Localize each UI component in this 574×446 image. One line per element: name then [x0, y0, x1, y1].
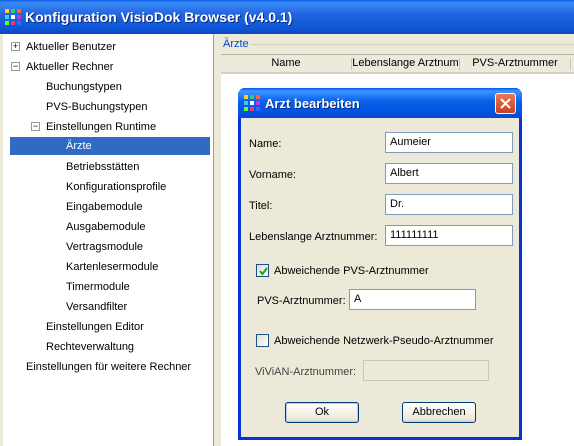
column-header-name[interactable]: Name — [221, 55, 351, 72]
tree-item-buchungstypen[interactable]: Buchungstypen — [46, 78, 122, 96]
vorname-field[interactable]: Albert — [385, 163, 513, 184]
tree-item-label: Kartenlesermodule — [66, 261, 159, 273]
vorname-label: Vorname: — [249, 169, 297, 181]
tree-item-label: Konfigurationsprofile — [66, 181, 167, 193]
titel-label: Titel: — [249, 200, 273, 212]
tree-item-konfigurationsprofile[interactable]: Konfigurationsprofile — [66, 178, 166, 196]
tree-item-pvs-buchungstypen[interactable]: PVS-Buchungstypen — [46, 98, 148, 116]
panel-divider — [251, 44, 574, 45]
tree-item-label: Buchungstypen — [46, 81, 122, 93]
collapse-icon[interactable]: − — [31, 122, 40, 131]
tree-item-versandfilter[interactable]: Versandfilter — [66, 298, 127, 316]
window-titlebar[interactable]: Konfiguration VisioDok Browser (v4.0.1) — [0, 0, 574, 34]
tree-item-label: Aktueller Benutzer — [26, 41, 116, 53]
column-divider[interactable] — [570, 58, 571, 70]
tree-item-ausgabemodule[interactable]: Ausgabemodule — [66, 218, 146, 236]
tree-item-rechteverwaltung[interactable]: Rechteverwaltung — [46, 338, 134, 356]
tree-item-label: Einstellungen Runtime — [46, 121, 157, 133]
netz-checkbox[interactable] — [256, 334, 269, 347]
tree-item-kartenlesermodule[interactable]: Kartenlesermodule — [66, 258, 158, 276]
tree-item-label: Einstellungen Editor — [46, 321, 144, 333]
lanr-field[interactable]: 111111111 — [385, 225, 513, 246]
vivian-label: ViViAN-Arztnummer: — [255, 366, 357, 378]
dialog-body: Name: Aumeier Vorname: Albert Titel: Dr.… — [241, 118, 519, 437]
name-label: Name: — [249, 138, 282, 150]
dialog-titlebar[interactable]: Arzt bearbeiten — [238, 88, 522, 118]
pvs-checkbox[interactable] — [256, 264, 269, 277]
dialog-title: Arzt bearbeiten — [265, 96, 360, 111]
lanr-label: Lebenslange Arztnummer: — [249, 231, 378, 243]
netz-checkbox-label[interactable]: Abweichende Netzwerk-Pseudo-Arztnummer — [274, 335, 493, 347]
app-grid-icon — [244, 95, 260, 111]
tree-item-betriebsstaetten[interactable]: Betriebsstätten — [66, 158, 139, 176]
expand-icon[interactable]: + — [11, 42, 20, 51]
collapse-icon[interactable]: − — [11, 62, 20, 71]
tree-item-weitere-rechner[interactable]: Einstellungen für weitere Rechner — [26, 358, 191, 376]
splitter[interactable] — [214, 34, 221, 446]
pvs-checkbox-label[interactable]: Abweichende PVS-Arztnummer — [274, 265, 429, 277]
ok-button[interactable]: Ok — [285, 402, 359, 423]
tree-item-label: Ausgabemodule — [66, 221, 146, 233]
vivian-field — [363, 360, 489, 381]
check-icon — [259, 267, 268, 276]
list-header: Name Lebenslange Arztnum PVS-Arztnummer — [221, 55, 574, 74]
tree-item-label: Timermodule — [66, 281, 130, 293]
tree-item-label: Aktueller Rechner — [26, 61, 114, 73]
column-header-pvs[interactable]: PVS-Arztnummer — [460, 55, 570, 72]
window-title: Konfiguration VisioDok Browser (v4.0.1) — [25, 9, 293, 25]
pvs-field[interactable]: A — [349, 289, 476, 310]
tree-item-timermodule[interactable]: Timermodule — [66, 278, 130, 296]
tree-item-label: Einstellungen für weitere Rechner — [26, 361, 192, 373]
tree-item-label: PVS-Buchungstypen — [46, 101, 148, 113]
arzt-bearbeiten-dialog: Arzt bearbeiten Name: Aumeier Vorname: A… — [238, 88, 522, 440]
titel-field[interactable]: Dr. — [385, 194, 513, 215]
tree-item-aerzte[interactable]: Ärzte — [10, 137, 210, 155]
tree-item-einstellungen-editor[interactable]: Einstellungen Editor — [46, 318, 144, 336]
tree-item-eingabemodule[interactable]: Eingabemodule — [66, 198, 142, 216]
tree-item-label: Ärzte — [66, 140, 92, 152]
column-header-lanr[interactable]: Lebenslange Arztnum — [352, 55, 459, 72]
cancel-button[interactable]: Abbrechen — [402, 402, 476, 423]
name-field[interactable]: Aumeier — [385, 132, 513, 153]
settings-tree[interactable]: + Aktueller Benutzer − Aktueller Rechner… — [3, 34, 214, 446]
tree-item-label: Eingabemodule — [66, 201, 143, 213]
app-grid-icon — [5, 9, 21, 25]
pvs-label: PVS-Arztnummer: — [257, 295, 346, 307]
tree-item-label: Versandfilter — [66, 301, 128, 313]
panel-title: Ärzte — [223, 38, 249, 50]
close-icon — [500, 98, 511, 109]
tree-item-label: Vertragsmodule — [66, 241, 144, 253]
close-button[interactable] — [495, 93, 516, 114]
tree-item-vertragsmodule[interactable]: Vertragsmodule — [66, 238, 143, 256]
tree-item-label: Betriebsstätten — [66, 161, 140, 173]
tree-item-label: Rechteverwaltung — [46, 341, 135, 353]
